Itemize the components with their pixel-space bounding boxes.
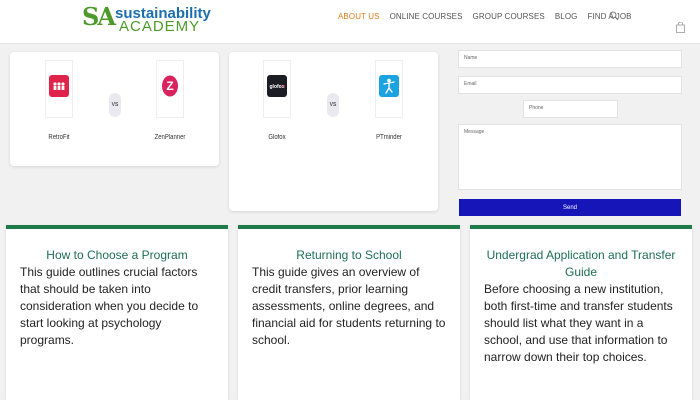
email-input[interactable]: Email xyxy=(458,76,682,94)
svg-text:glofox: glofox xyxy=(270,84,285,90)
guide-description: Before choosing a new institution, both … xyxy=(484,282,673,364)
phone-input[interactable]: Phone xyxy=(523,100,618,118)
shopping-bag-icon[interactable] xyxy=(676,22,685,33)
logo-mark: SA xyxy=(82,2,116,31)
nav-item-about-us[interactable]: ABOUT US xyxy=(338,12,380,21)
guide-description: This guide gives an overview of credit t… xyxy=(252,265,446,347)
guide-title[interactable]: Returning to School xyxy=(238,247,460,264)
glofox-logo-icon: glofox xyxy=(267,75,287,97)
retrofit-logo-icon xyxy=(49,75,69,97)
send-button[interactable]: Send xyxy=(459,199,681,216)
app-name: RetroFit xyxy=(48,134,70,141)
guide-description: This guide outlines crucial factors that… xyxy=(20,265,199,347)
app-zenplanner[interactable]: Z ZenPlanner xyxy=(150,60,190,141)
app-tile xyxy=(375,60,403,118)
comparison-card-2[interactable]: glofox Glofox VS PTminder xyxy=(229,52,438,211)
zenplanner-logo-icon: Z xyxy=(160,75,180,97)
comparison-card-1[interactable]: RetroFit VS Z ZenPlanner xyxy=(10,52,219,166)
message-textarea[interactable]: Message xyxy=(458,124,682,190)
app-glofox[interactable]: glofox Glofox xyxy=(257,60,297,141)
vs-badge: VS xyxy=(109,93,121,117)
svg-text:Z: Z xyxy=(166,79,173,93)
app-tile xyxy=(45,60,73,118)
main-nav: ABOUT US ONLINE COURSES GROUP COURSES BL… xyxy=(338,12,642,21)
app-tile: Z xyxy=(156,60,184,118)
app-name: Glofox xyxy=(268,134,286,141)
guide-title[interactable]: How to Choose a Program xyxy=(6,247,228,264)
nav-item-blog[interactable]: BLOG xyxy=(555,12,578,21)
site-header: SA sustainability ACADEMY ABOUT US ONLIN… xyxy=(0,0,700,44)
logo-text-line2: ACADEMY xyxy=(119,18,201,35)
guide-title[interactable]: Undergrad Application and Transfer Guide xyxy=(470,247,692,281)
name-input[interactable]: Name xyxy=(458,50,682,68)
nav-item-online-courses[interactable]: ONLINE COURSES xyxy=(390,12,463,21)
guide-card-choose-program[interactable]: How to Choose a Program This guide outli… xyxy=(6,225,228,400)
site-logo[interactable]: SA sustainability ACADEMY xyxy=(82,3,222,37)
app-tile: glofox xyxy=(263,60,291,118)
guide-card-returning-to-school[interactable]: Returning to School This guide gives an … xyxy=(238,225,460,400)
guide-card-undergrad-transfer[interactable]: Undergrad Application and Transfer Guide… xyxy=(470,225,692,400)
vs-badge: VS xyxy=(327,93,339,117)
app-retrofit[interactable]: RetroFit xyxy=(39,60,79,141)
nav-item-group-courses[interactable]: GROUP COURSES xyxy=(473,12,545,21)
app-name: ZenPlanner xyxy=(154,134,186,141)
app-ptminder[interactable]: PTminder xyxy=(369,60,409,141)
ptminder-logo-icon xyxy=(379,75,399,97)
search-icon[interactable] xyxy=(609,11,619,21)
app-name: PTminder xyxy=(376,134,402,141)
